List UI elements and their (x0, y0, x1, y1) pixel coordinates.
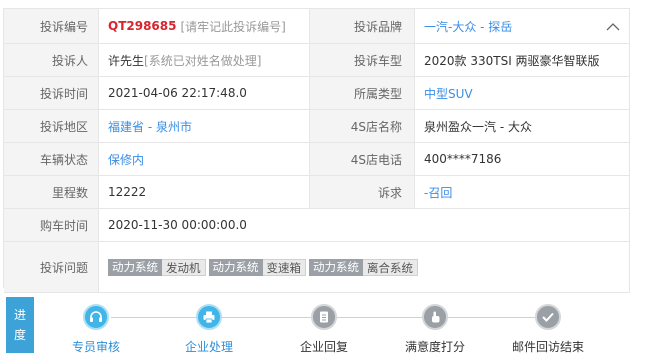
value-mileage: 12222 (99, 176, 310, 208)
label-model: 投诉车型 (310, 44, 415, 76)
label-type: 所属类型 (310, 77, 415, 109)
step-label: 满意度打分 (404, 340, 465, 354)
step-label: 企业处理 (184, 340, 233, 354)
label-mileage: 里程数 (4, 176, 99, 208)
complainant-note: [系统已对姓名做处理] (144, 53, 262, 68)
label-complaint-id: 投诉编号 (4, 9, 99, 43)
check-mail-icon (535, 304, 561, 330)
table-row: 投诉时间 2021-04-06 22:17:48.0 所属类型 中型SUV (4, 77, 630, 110)
type-link[interactable]: 中型SUV (424, 85, 473, 102)
issue-item: 离合系统 (363, 258, 418, 276)
document-icon (311, 304, 337, 330)
label-complainant: 投诉人 (4, 44, 99, 76)
step-label: 企业回复 (299, 340, 348, 354)
label-dealer-name: 4S店名称 (310, 110, 415, 142)
value-issue: 动力系统 发动机 动力系统 变速箱 动力系统 离合系统 (99, 242, 630, 292)
label-vehicle-status: 车辆状态 (4, 143, 99, 175)
table-row: 投诉问题 动力系统 发动机 动力系统 变速箱 动力系统 离合系统 (4, 242, 630, 293)
value-vehicle-status: 保修内 (99, 143, 310, 175)
hand-pointer-icon (422, 304, 448, 330)
label-purchase-time: 购车时间 (4, 209, 99, 241)
table-row: 购车时间 2020-11-30 00:00:00.0 (4, 209, 630, 242)
collapse-toggle[interactable] (605, 18, 621, 34)
label-region: 投诉地区 (4, 110, 99, 142)
value-brand: 一汽-大众 - 探岳 (415, 9, 630, 43)
progress-step: 企业处理 (164, 294, 254, 355)
label-issue: 投诉问题 (4, 242, 99, 292)
label-appeal: 诉求 (310, 176, 415, 208)
table-row: 投诉人 许先生 [系统已对姓名做处理] 投诉车型 2020款 330TSI 两驱… (4, 44, 630, 77)
label-brand: 投诉品牌 (310, 9, 415, 43)
value-dealer-name: 泉州盈众一汽 - 大众 (415, 110, 630, 142)
progress-step: 专员审核 (51, 294, 141, 355)
appeal-link[interactable]: -召回 (424, 184, 452, 201)
value-model: 2020款 330TSI 两驱豪华智联版 (415, 44, 630, 76)
issue-category: 动力系统 (309, 258, 363, 276)
value-type: 中型SUV (415, 77, 630, 109)
headset-icon (83, 304, 109, 330)
vehicle-status-link[interactable]: 保修内 (108, 151, 144, 168)
issue-tags: 动力系统 发动机 动力系统 变速箱 动力系统 离合系统 (108, 258, 418, 276)
value-complainant: 许先生 [系统已对姓名做处理] (99, 44, 310, 76)
issue-item: 变速箱 (262, 258, 306, 276)
progress-step: 邮件回访结束 (503, 294, 593, 355)
table-row: 投诉编号 QT298685 [请牢记此投诉编号] 投诉品牌 一汽-大众 - 探岳 (4, 9, 630, 44)
brand-link[interactable]: 一汽-大众 - 探岳 (424, 18, 512, 35)
table-row: 投诉地区 福建省 - 泉州市 4S店名称 泉州盈众一汽 - 大众 (4, 110, 630, 143)
issue-tag: 动力系统 发动机 (108, 258, 206, 276)
value-complaint-id: QT298685 [请牢记此投诉编号] (99, 9, 310, 43)
table-row: 车辆状态 保修内 4S店电话 400****7186 (4, 143, 630, 176)
complaint-detail-table: 投诉编号 QT298685 [请牢记此投诉编号] 投诉品牌 一汽-大众 - 探岳… (3, 8, 630, 293)
progress-label: 进 度 (6, 297, 34, 353)
value-appeal: -召回 (415, 176, 630, 208)
progress-label-bottom: 度 (13, 328, 26, 342)
issue-category: 动力系统 (208, 258, 263, 276)
chevron-up-icon (606, 22, 620, 30)
complainant-name: 许先生 (108, 53, 145, 68)
value-complaint-time: 2021-04-06 22:17:48.0 (99, 77, 310, 109)
progress-step: 企业回复 (279, 294, 369, 355)
printer-icon (196, 304, 222, 330)
step-label: 邮件回访结束 (511, 340, 584, 354)
step-label: 专员审核 (71, 340, 120, 354)
progress-step: 满意度打分 (390, 294, 480, 355)
issue-item: 发动机 (162, 258, 206, 276)
value-dealer-phone: 400****7186 (415, 143, 630, 175)
table-row: 里程数 12222 诉求 -召回 (4, 176, 630, 209)
label-dealer-phone: 4S店电话 (310, 143, 415, 175)
progress-bar: 进 度 专员审核 企业处理 企业回复 满意度打分 邮件回访结束 (3, 294, 645, 357)
label-complaint-time: 投诉时间 (4, 77, 99, 109)
issue-tag: 动力系统 离合系统 (309, 258, 418, 276)
value-purchase-time: 2020-11-30 00:00:00.0 (99, 209, 630, 241)
value-region: 福建省 - 泉州市 (99, 110, 310, 142)
issue-category: 动力系统 (108, 258, 162, 276)
issue-tag: 动力系统 变速箱 (208, 258, 306, 276)
complaint-id: QT298685 (108, 19, 177, 33)
progress-label-top: 进 (13, 308, 26, 322)
complaint-id-note: [请牢记此投诉编号] (180, 19, 286, 34)
region-link[interactable]: 福建省 - 泉州市 (108, 118, 192, 135)
